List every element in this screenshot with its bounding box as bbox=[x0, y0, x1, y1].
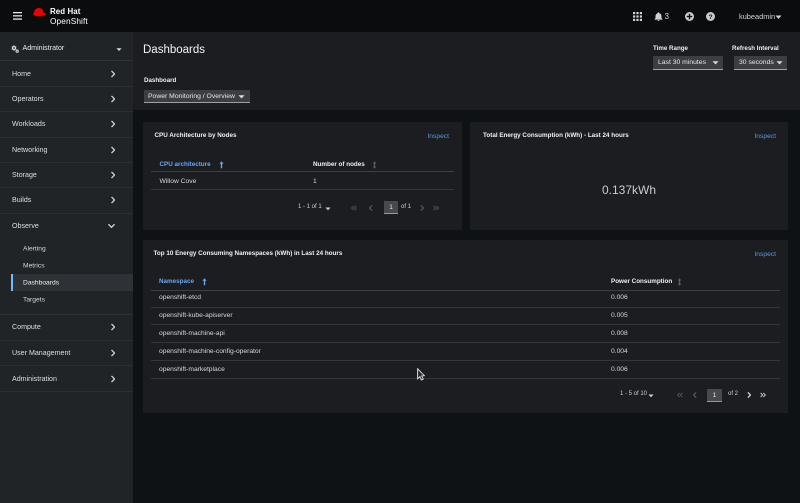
svg-text:?: ? bbox=[708, 14, 712, 21]
